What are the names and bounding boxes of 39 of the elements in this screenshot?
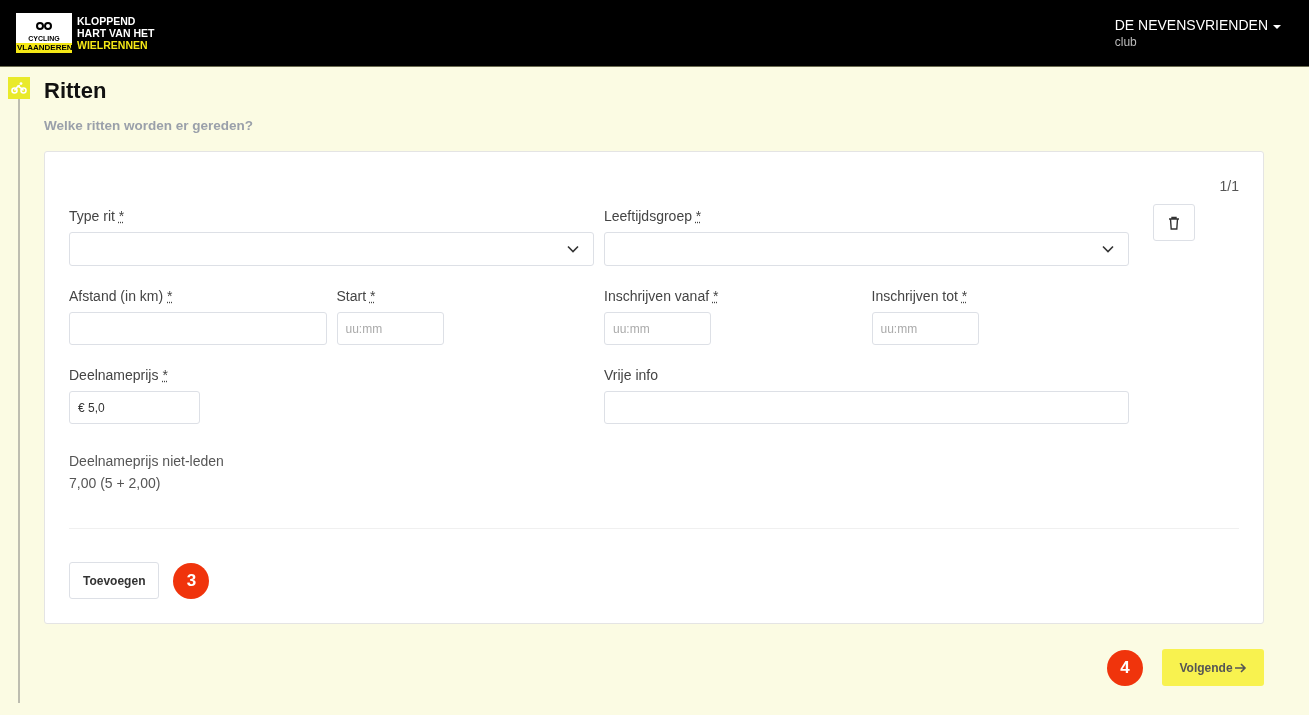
time-field[interactable]: uu:mm — [871, 312, 979, 345]
field-label: Vrije info — [604, 367, 659, 383]
logo-text: WIELRENNEN — [77, 39, 149, 51]
chevron-down-icon — [1102, 245, 1114, 253]
time-field[interactable]: uu:mm — [604, 312, 711, 345]
field-label: Type rit * — [69, 208, 126, 224]
price-value: 7,00 (5 + 2,00) — [69, 474, 162, 493]
field-label: Inschrijven tot * — [871, 288, 969, 304]
input-field[interactable] — [69, 312, 327, 345]
field-label: Afstand (in km) * — [69, 288, 174, 304]
logo-text: HART VAN HET — [77, 27, 155, 39]
field-label: Leeftijdsgroep * — [604, 208, 703, 224]
step-badge: 3 — [173, 562, 210, 599]
ride-counter: 1/1 — [1219, 178, 1239, 194]
input-field[interactable] — [604, 391, 1129, 424]
account-role: club — [1114, 35, 1138, 49]
dropdown-field[interactable] — [604, 232, 1129, 266]
section-subtitle: Welke ritten worden er gereden? — [44, 118, 255, 133]
logo-text: VLAANDEREN — [16, 43, 72, 53]
next-button[interactable]: Volgende — [1162, 649, 1264, 686]
field-label: Start * — [336, 288, 377, 304]
caret-icon[interactable] — [1273, 25, 1281, 29]
price-label: Deelnameprijs niet-leden — [69, 452, 225, 471]
add-button[interactable]: Toevoegen — [69, 562, 160, 599]
time-field[interactable]: uu:mm — [336, 312, 444, 345]
glasses-icon — [36, 22, 52, 30]
arrow-right-icon — [1234, 662, 1247, 673]
section-title: Ritten — [44, 78, 108, 104]
step-badge: 4 — [1107, 649, 1143, 686]
trash-icon — [1168, 215, 1180, 230]
price-field[interactable]: € 5,0 — [69, 391, 200, 424]
field-label: Deelnameprijs * — [69, 367, 169, 383]
bicycle-icon — [7, 77, 30, 99]
logo-text: KLOPPEND — [77, 15, 137, 27]
account-name[interactable]: DE NEVENSVRIENDEN — [1114, 17, 1268, 33]
delete-button[interactable] — [1153, 204, 1195, 241]
field-label: Inschrijven vanaf * — [604, 288, 720, 304]
chevron-down-icon — [567, 245, 579, 253]
dropdown-field[interactable] — [69, 232, 594, 266]
